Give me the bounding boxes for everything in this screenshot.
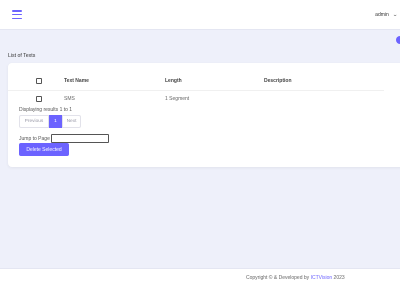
chevron-down-icon: ⌄ (392, 12, 398, 18)
footer-copyright: Copyright © & Developed by ICTVision 202… (246, 275, 345, 281)
texts-table: Text Name Length Description SMS 1 Segme… (8, 72, 384, 108)
user-menu[interactable]: admin ⌄ (375, 10, 397, 20)
pagination: Previous 1 Next (19, 115, 81, 128)
table-row[interactable]: SMS 1 Segment (8, 89, 384, 108)
top-navbar: admin ⌄ (0, 0, 400, 30)
row-text-name[interactable]: SMS (64, 89, 165, 108)
delete-selected-button[interactable]: Delete Selected (19, 143, 69, 156)
select-all-cell (8, 72, 64, 90)
footer-year: 2023 (333, 275, 345, 281)
row-description (264, 89, 384, 108)
row-checkbox[interactable] (36, 96, 42, 103)
hamburger-menu-icon[interactable] (12, 10, 22, 20)
results-summary: Displaying results 1 to 1 (19, 107, 73, 113)
username-label: admin (375, 12, 389, 18)
table-header-row: Text Name Length Description (8, 72, 384, 90)
select-all-checkbox[interactable] (36, 77, 42, 84)
texts-card: Text Name Length Description SMS 1 Segme… (8, 63, 400, 167)
footer: Copyright © & Developed by ICTVision 202… (0, 268, 400, 284)
column-header-length[interactable]: Length (165, 72, 264, 90)
jump-to-page: Jump to Page (19, 134, 109, 143)
row-select-cell (8, 89, 64, 108)
side-panel-toggle[interactable] (396, 36, 400, 44)
previous-page-button[interactable]: Previous (19, 115, 49, 128)
column-header-description[interactable]: Description (264, 72, 384, 90)
page-title: List of Texts (8, 53, 36, 59)
footer-brand-link[interactable]: ICTVision (311, 275, 333, 281)
jump-to-page-input[interactable] (50, 134, 109, 143)
footer-prefix: Copyright © & Developed by (246, 275, 310, 281)
page-1-button[interactable]: 1 (49, 115, 62, 128)
column-header-text-name[interactable]: Text Name (64, 72, 165, 90)
next-page-button[interactable]: Next (62, 115, 81, 128)
row-length: 1 Segment (165, 89, 264, 108)
jump-to-page-label: Jump to Page (19, 135, 50, 142)
